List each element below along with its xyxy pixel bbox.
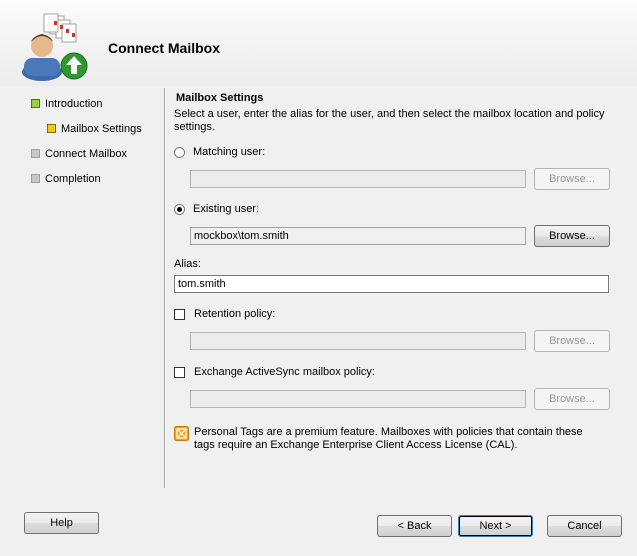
nav-item-label: Introduction	[45, 98, 103, 110]
help-button[interactable]: Help	[24, 512, 99, 534]
activesync-policy-field	[190, 390, 526, 408]
nav-item-completion: Completion	[31, 171, 151, 187]
nav-item-label: Mailbox Settings	[61, 123, 142, 135]
activesync-policy-checkbox[interactable]	[174, 367, 185, 378]
step-pending-icon	[31, 174, 40, 183]
retention-policy-browse-button: Browse...	[534, 330, 610, 352]
page-title: Connect Mailbox	[108, 40, 221, 56]
step-pending-icon	[31, 149, 40, 158]
retention-policy-label: Retention policy:	[194, 308, 276, 320]
nav-item-mailbox-settings: Mailbox Settings	[47, 121, 157, 137]
next-button[interactable]: Next >	[458, 515, 533, 537]
retention-policy-checkbox[interactable]	[174, 309, 185, 320]
alias-label: Alias:	[174, 258, 201, 270]
existing-user-radio[interactable]	[174, 204, 185, 215]
nav-divider	[164, 88, 166, 488]
matching-user-field	[190, 170, 526, 188]
alias-input[interactable]: tom.smith	[174, 275, 609, 293]
step-done-icon	[31, 99, 40, 108]
section-heading: Mailbox Settings	[176, 92, 264, 104]
matching-user-browse-button: Browse...	[534, 168, 610, 190]
nav-item-connect-mailbox: Connect Mailbox	[31, 146, 151, 162]
connect-mailbox-logo-icon	[22, 13, 88, 81]
matching-user-radio[interactable]	[174, 147, 185, 158]
matching-user-label: Matching user:	[193, 146, 266, 158]
existing-user-browse-button[interactable]: Browse...	[534, 225, 610, 247]
premium-feature-notice: Personal Tags are a premium feature. Mai…	[194, 426, 583, 451]
activesync-policy-label: Exchange ActiveSync mailbox policy:	[194, 366, 375, 378]
back-button[interactable]: < Back	[377, 515, 452, 537]
nav-item-introduction: Introduction	[31, 96, 151, 112]
step-current-icon	[47, 124, 56, 133]
nav-item-label: Completion	[45, 173, 101, 185]
nav-item-label: Connect Mailbox	[45, 148, 127, 160]
premium-feature-warning-icon	[174, 426, 189, 441]
section-description: Select a user, enter the alias for the u…	[174, 108, 605, 133]
existing-user-field: mockbox\tom.smith	[190, 227, 526, 245]
cancel-button[interactable]: Cancel	[547, 515, 622, 537]
activesync-policy-browse-button: Browse...	[534, 388, 610, 410]
retention-policy-field	[190, 332, 526, 350]
existing-user-label: Existing user:	[193, 203, 260, 215]
